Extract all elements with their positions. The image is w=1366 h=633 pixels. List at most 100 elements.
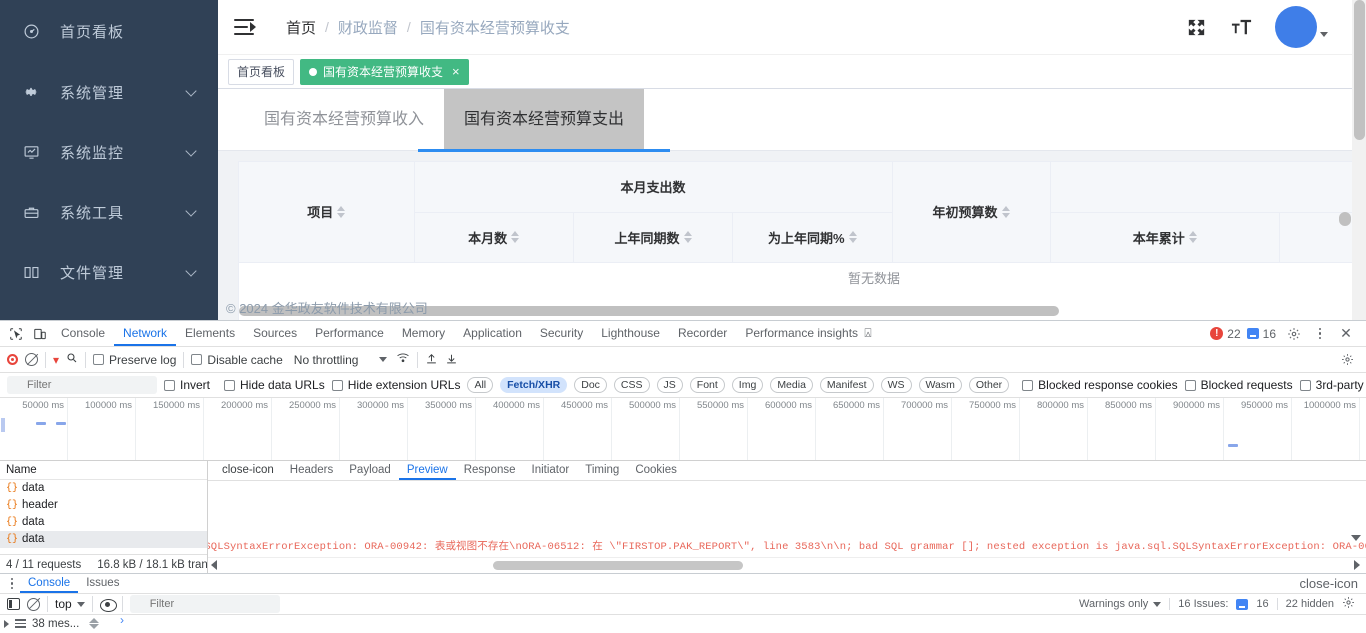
close-icon[interactable]: ✕ [1334, 323, 1358, 345]
filter-input[interactable] [7, 376, 157, 394]
throttling-select[interactable]: No throttling [294, 353, 388, 367]
network-conditions-icon[interactable] [396, 352, 410, 367]
tab-cookies[interactable]: Cookies [627, 461, 685, 480]
blocked-requests-checkbox[interactable]: Blocked requests [1184, 378, 1293, 392]
type-filter-media[interactable]: Media [770, 377, 813, 393]
table-row[interactable]: {} data [0, 514, 207, 531]
issues-label[interactable]: 16 Issues: [1178, 598, 1228, 610]
expand-triangle-icon[interactable] [4, 619, 9, 628]
fullscreen-icon[interactable] [1185, 16, 1208, 39]
sidebar-item-system-management[interactable]: 系统管理 [0, 62, 218, 122]
breadcrumb-item-home[interactable]: 首页 [286, 17, 316, 38]
sort-icon[interactable] [337, 205, 346, 218]
device-toolbar-icon[interactable] [28, 323, 52, 345]
console-context-select[interactable]: top [55, 597, 85, 611]
tab-elements[interactable]: Elements [176, 321, 244, 346]
tab-security[interactable]: Security [531, 321, 592, 346]
type-filter-all[interactable]: All [467, 377, 494, 393]
table-row[interactable]: {} data [0, 531, 207, 548]
clear-console-icon[interactable] [27, 597, 40, 611]
tag-dashboard[interactable]: 首页看板 [228, 58, 295, 85]
network-settings-gear-icon[interactable] [1335, 349, 1359, 371]
sort-icon[interactable] [511, 231, 520, 243]
page-vertical-scrollbar[interactable] [1352, 0, 1366, 320]
disable-cache-checkbox[interactable]: Disable cache [191, 353, 283, 367]
funnel-icon[interactable]: ▾ [53, 353, 59, 367]
preview-horizontal-scrollbar[interactable] [208, 557, 1366, 574]
avatar[interactable] [1275, 6, 1328, 48]
scroll-right-arrow-icon[interactable] [1354, 560, 1360, 570]
sidebar-item-system-monitor[interactable]: 系统监控 [0, 122, 218, 182]
network-timeline-overview[interactable]: 50000 ms 100000 ms 150000 ms 200000 ms 2… [0, 398, 1366, 461]
sort-icon[interactable] [848, 231, 857, 243]
type-filter-doc[interactable]: Doc [574, 377, 607, 393]
sort-icon[interactable] [1001, 205, 1010, 218]
tab-preview[interactable]: Preview [399, 461, 456, 480]
console-level-select[interactable]: Warnings only [1079, 598, 1162, 610]
type-filter-font[interactable]: Font [689, 377, 725, 393]
font-size-icon[interactable] [1230, 16, 1253, 39]
tag-current-page[interactable]: 国有资本经营预算收支 × [300, 58, 469, 85]
tab-performance[interactable]: Performance [306, 321, 393, 346]
hide-data-urls-checkbox[interactable]: Hide data URLs [224, 378, 325, 392]
type-filter-wasm[interactable]: Wasm [918, 377, 962, 393]
tab-lighthouse[interactable]: Lighthouse [592, 321, 669, 346]
tab-initiator[interactable]: Initiator [524, 461, 578, 480]
table-row[interactable]: {} header [0, 497, 207, 514]
tab-recorder[interactable]: Recorder [669, 321, 736, 346]
inspect-element-icon[interactable] [4, 323, 28, 345]
console-message-group[interactable]: 38 mes... › [0, 613, 1366, 632]
hide-extension-urls-checkbox[interactable]: Hide extension URLs [331, 378, 460, 392]
export-har-icon[interactable] [445, 352, 458, 368]
console-sidebar-icon[interactable] [7, 598, 20, 610]
tab-memory[interactable]: Memory [393, 321, 454, 346]
sidebar-item-file-management[interactable]: 文件管理 [0, 242, 218, 302]
column-header-project[interactable]: 项目 [239, 162, 415, 263]
blocked-response-cookies-checkbox[interactable]: Blocked response cookies [1022, 378, 1178, 392]
tab-console[interactable]: Console [52, 321, 114, 346]
column-header-initial-budget[interactable]: 年初预算数 [892, 162, 1051, 263]
gear-icon[interactable] [1282, 323, 1306, 345]
kebab-menu-icon[interactable] [4, 577, 20, 590]
tab-state-capital-income[interactable]: 国有资本经营预算收入 [244, 89, 444, 151]
tab-headers[interactable]: Headers [282, 461, 341, 480]
type-filter-css[interactable]: CSS [613, 377, 650, 393]
tab-state-capital-expenditure[interactable]: 国有资本经营预算支出 [418, 88, 671, 152]
error-count-badge[interactable]: ! 22 [1210, 327, 1241, 341]
type-filter-other[interactable]: Other [968, 377, 1010, 393]
chevron-down-icon[interactable] [1351, 535, 1361, 541]
type-filter-manifest[interactable]: Manifest [819, 377, 874, 393]
clear-icon[interactable] [25, 353, 38, 366]
breadcrumb-item-supervision[interactable]: 财政监督 [338, 17, 398, 38]
tab-performance-insights[interactable]: Performance insights ⍓ [736, 321, 880, 346]
scroll-left-arrow-icon[interactable] [211, 560, 217, 570]
hamburger-collapse-icon[interactable] [234, 19, 256, 35]
tab-sources[interactable]: Sources [244, 321, 306, 346]
kebab-menu-icon[interactable] [1312, 327, 1328, 340]
drawer-tab-console[interactable]: Console [20, 574, 78, 593]
table-row[interactable]: {} data [0, 480, 207, 497]
gear-icon[interactable] [1342, 596, 1355, 612]
sidebar-item-system-tools[interactable]: 系统工具 [0, 182, 218, 242]
warning-count-badge[interactable]: 16 [1246, 327, 1276, 341]
scrollbar-thumb[interactable] [493, 561, 743, 570]
tab-application[interactable]: Application [454, 321, 531, 346]
sidebar-item-dashboard[interactable]: 首页看板 [0, 0, 218, 62]
type-filter-fetch-xhr[interactable]: Fetch/XHR [500, 377, 568, 393]
close-icon[interactable]: close-icon [214, 461, 282, 480]
sort-icon[interactable] [683, 231, 692, 243]
console-filter-input[interactable] [129, 595, 280, 613]
type-filter-ws[interactable]: WS [880, 377, 912, 393]
preserve-log-checkbox[interactable]: Preserve log [93, 353, 176, 367]
column-header-month-amount[interactable]: 本月数 [414, 212, 574, 263]
record-icon[interactable] [7, 354, 18, 365]
sort-icon[interactable] [1188, 231, 1197, 243]
close-icon[interactable]: × [452, 65, 460, 78]
import-har-icon[interactable] [425, 352, 438, 368]
type-filter-js[interactable]: JS [656, 377, 683, 393]
request-list-header[interactable]: Name [0, 461, 207, 480]
column-header-ytd-total[interactable]: 本年累计 [1050, 212, 1280, 263]
tab-payload[interactable]: Payload [341, 461, 399, 480]
column-header-last-year-same-period[interactable]: 上年同期数 [573, 212, 734, 263]
hidden-messages-count[interactable]: 22 hidden [1286, 598, 1334, 610]
